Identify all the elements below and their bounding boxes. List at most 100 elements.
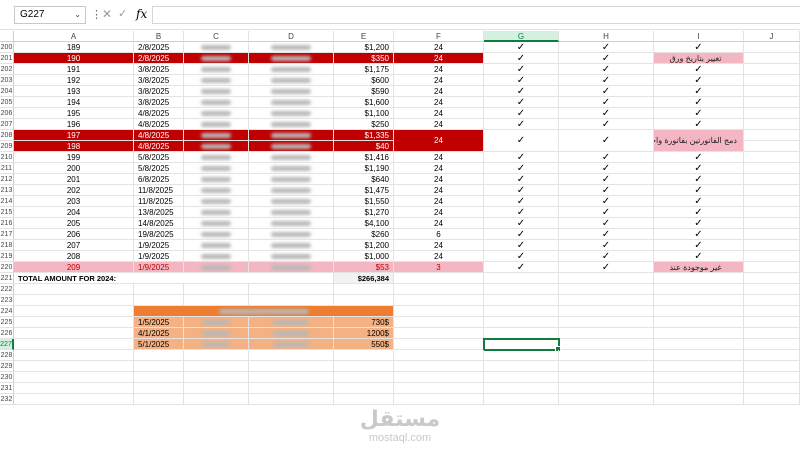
empty-cell[interactable]: [484, 372, 559, 383]
empty-cell[interactable]: [334, 350, 394, 361]
row-header[interactable]: 224: [0, 306, 14, 317]
cell-check-h[interactable]: ✓: [559, 130, 654, 152]
empty-cell[interactable]: [654, 295, 744, 306]
empty-cell[interactable]: [654, 284, 744, 295]
row-header[interactable]: 210: [0, 152, 14, 163]
cell-check-g[interactable]: ✓: [484, 97, 559, 108]
empty-cell[interactable]: [184, 383, 249, 394]
empty-cell[interactable]: [249, 295, 334, 306]
cell-empty-j[interactable]: [744, 97, 800, 108]
row-header[interactable]: 213: [0, 185, 14, 196]
empty-cell[interactable]: [654, 361, 744, 372]
empty-cell[interactable]: [14, 317, 134, 328]
cell-redacted-d[interactable]: [249, 262, 334, 273]
row-header[interactable]: 231: [0, 383, 14, 394]
row-header[interactable]: 232: [0, 394, 14, 405]
row-header[interactable]: 206: [0, 108, 14, 119]
cell-amount[interactable]: $350: [334, 53, 394, 64]
cell-empty-j[interactable]: [744, 229, 800, 240]
row-header[interactable]: 203: [0, 75, 14, 86]
empty-cell[interactable]: [184, 350, 249, 361]
cell-count[interactable]: 24: [394, 218, 484, 229]
cell-invoice-number[interactable]: 207: [14, 240, 134, 251]
cell-date[interactable]: 2/8/2025: [134, 53, 184, 64]
cell-empty-j[interactable]: [744, 262, 800, 273]
cell-check-i[interactable]: ✓: [654, 185, 744, 196]
cell-date[interactable]: 6/8/2025: [134, 174, 184, 185]
cell-count[interactable]: 24: [394, 152, 484, 163]
empty-cell[interactable]: [334, 394, 394, 405]
cell-empty-j[interactable]: [744, 130, 800, 141]
cell-redacted-c[interactable]: [184, 152, 249, 163]
empty-cell[interactable]: [394, 339, 484, 350]
empty-cell[interactable]: [654, 328, 744, 339]
empty-cell[interactable]: [744, 284, 800, 295]
empty-cell[interactable]: [744, 317, 800, 328]
cell-count[interactable]: 24: [394, 251, 484, 262]
empty-cell[interactable]: [134, 295, 184, 306]
row-header[interactable]: 219: [0, 251, 14, 262]
cell-count[interactable]: 6: [394, 229, 484, 240]
cell-empty-j[interactable]: [744, 64, 800, 75]
summary-amount[interactable]: 1200$: [334, 328, 394, 339]
column-header-d[interactable]: D: [249, 31, 334, 42]
summary-date[interactable]: 5/1/2025: [134, 339, 184, 350]
cell-date[interactable]: 11/8/2025: [134, 185, 184, 196]
empty-cell[interactable]: [484, 383, 559, 394]
cell-empty-j[interactable]: [744, 196, 800, 207]
cell-empty-j[interactable]: [744, 119, 800, 130]
cell-date[interactable]: 5/8/2025: [134, 152, 184, 163]
cell-invoice-number[interactable]: 196: [14, 119, 134, 130]
cell-check-g[interactable]: ✓: [484, 207, 559, 218]
cell-amount[interactable]: $1,416: [334, 152, 394, 163]
cell-check-i[interactable]: ✓: [654, 174, 744, 185]
cell-amount[interactable]: $1,200: [334, 240, 394, 251]
select-all-corner[interactable]: [0, 31, 14, 42]
row-header[interactable]: 223: [0, 295, 14, 306]
row-header[interactable]: 209: [0, 141, 14, 152]
empty-cell[interactable]: [654, 317, 744, 328]
column-header-h[interactable]: H: [559, 31, 654, 42]
cell-count[interactable]: 24: [394, 196, 484, 207]
row-header[interactable]: 202: [0, 64, 14, 75]
cell-count[interactable]: 24: [394, 53, 484, 64]
empty-cell[interactable]: [394, 361, 484, 372]
cell-redacted-c[interactable]: [184, 53, 249, 64]
cell-count[interactable]: 24: [394, 119, 484, 130]
cell-count[interactable]: 24: [394, 42, 484, 53]
cell-check-h[interactable]: ✓: [559, 152, 654, 163]
empty-cell[interactable]: [559, 361, 654, 372]
empty-cell[interactable]: [334, 383, 394, 394]
empty-cell[interactable]: [184, 361, 249, 372]
empty-cell[interactable]: [394, 394, 484, 405]
cell-empty-j[interactable]: [744, 86, 800, 97]
cell-redacted-c[interactable]: [184, 229, 249, 240]
cell-check-i[interactable]: ✓: [654, 64, 744, 75]
cell-date[interactable]: 11/8/2025: [134, 196, 184, 207]
cell-check-g[interactable]: ✓: [484, 75, 559, 86]
cell-check-i[interactable]: ✓: [654, 251, 744, 262]
row-header[interactable]: 226: [0, 328, 14, 339]
empty-cell[interactable]: [134, 361, 184, 372]
cell-date[interactable]: 4/8/2025: [134, 108, 184, 119]
empty-cell[interactable]: [559, 284, 654, 295]
cell-check-g[interactable]: ✓: [484, 163, 559, 174]
cell-amount[interactable]: $590: [334, 86, 394, 97]
cell-check-i[interactable]: ✓: [654, 240, 744, 251]
empty-cell[interactable]: [394, 306, 484, 317]
summary-header[interactable]: [134, 306, 394, 317]
empty-cell[interactable]: [334, 361, 394, 372]
cell-date[interactable]: 19/8/2025: [134, 229, 184, 240]
cell-count[interactable]: 24: [394, 86, 484, 97]
empty-cell[interactable]: [484, 306, 559, 317]
cell-invoice-number[interactable]: 195: [14, 108, 134, 119]
cell-check-g[interactable]: ✓: [484, 64, 559, 75]
cell-redacted-d[interactable]: [249, 42, 334, 53]
cell-check-i[interactable]: ✓: [654, 218, 744, 229]
column-header-j[interactable]: J: [744, 31, 800, 42]
cell-date[interactable]: 3/8/2025: [134, 86, 184, 97]
cell-count[interactable]: 24: [394, 130, 484, 152]
cell-empty-j[interactable]: [744, 218, 800, 229]
empty-cell[interactable]: [249, 372, 334, 383]
cell-redacted-d[interactable]: [249, 240, 334, 251]
